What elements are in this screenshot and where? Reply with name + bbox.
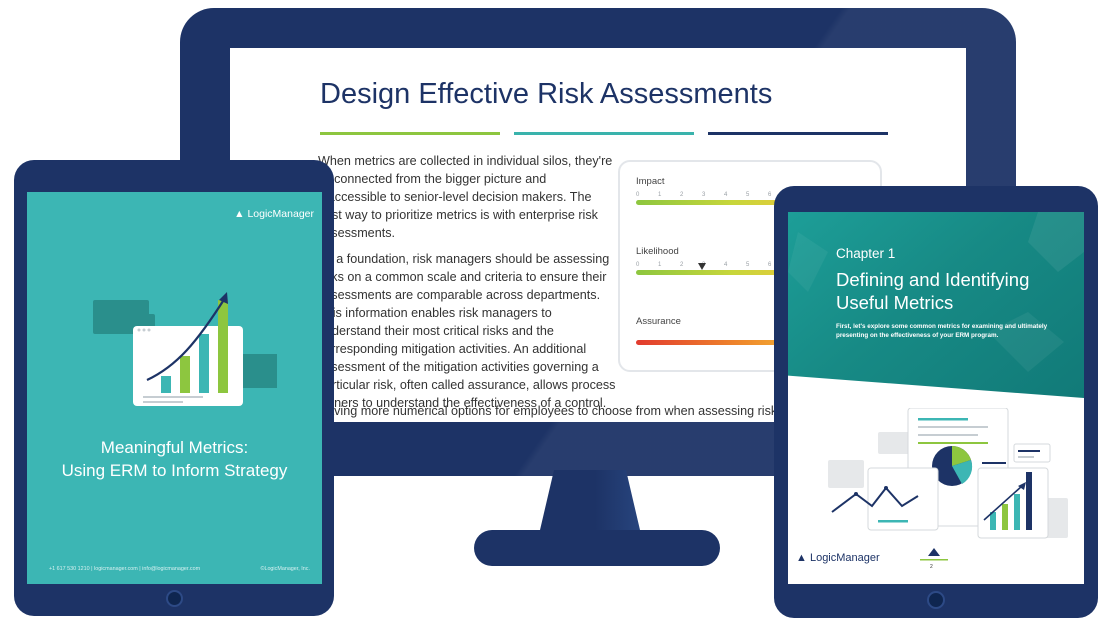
chart-bar (161, 376, 171, 393)
report-line (918, 418, 968, 421)
logo-icon: ▲︎ (796, 552, 807, 564)
paragraph-2: As a foundation, risk managers should be… (318, 252, 616, 410)
hex-shape (1028, 212, 1084, 272)
title-line-1: Meaningful Metrics: (100, 438, 249, 457)
report-line (918, 434, 978, 436)
logo-icon: ▲︎ (234, 208, 245, 220)
report-line (982, 462, 1006, 464)
chapter-label: Chapter 1 (836, 246, 896, 261)
contact-info: +1 617 530 1210 | logicmanager.com | inf… (49, 566, 201, 572)
window-dot (147, 328, 151, 332)
ebook-page: Chapter 1 Defining and Identifying Usefu… (788, 212, 1084, 584)
metrics-illustration (93, 292, 277, 406)
hex-shape (988, 312, 1064, 372)
data-point (884, 486, 888, 490)
scale-marker-icon (698, 263, 706, 270)
body-text: When metrics are collected in individual… (318, 152, 618, 420)
monitor-neck (540, 470, 640, 530)
window-dot (137, 328, 141, 332)
legend-line (1018, 450, 1040, 452)
divider-green (320, 132, 500, 135)
left-tablet: ▲︎ LogicManager Meaningful Metrics: Usin… (14, 160, 334, 616)
hex-shape (788, 232, 828, 292)
chart-bar (199, 334, 209, 393)
text-line (143, 401, 183, 403)
divider-teal (514, 132, 694, 135)
right-tablet: Chapter 1 Defining and Identifying Usefu… (774, 186, 1098, 618)
chapter-intro: First, let's explore some common metrics… (836, 323, 1048, 339)
chart-bar (218, 300, 228, 393)
bar-chart-card (977, 467, 1049, 539)
paragraph-1: When metrics are collected in individual… (318, 154, 613, 240)
home-button[interactable] (927, 591, 945, 609)
dashboard-illustration (828, 408, 1068, 539)
page-number: 2 (930, 564, 933, 570)
copyright: ©LogicManager, Inc. (260, 566, 310, 572)
page-title: Design Effective Risk Assessments (320, 78, 773, 110)
ebook-title: Meaningful Metrics: Using ERM to Inform … (27, 436, 322, 482)
background-panel (828, 460, 864, 488)
monitor-base (474, 530, 720, 566)
ebook-cover: ▲︎ LogicManager Meaningful Metrics: Usin… (27, 192, 322, 584)
chart-bar (1002, 504, 1008, 530)
text-line (143, 396, 203, 398)
report-line (918, 442, 988, 444)
home-button[interactable] (166, 590, 183, 607)
title-line-2: Using ERM to Inform Strategy (61, 461, 288, 480)
report-line (918, 426, 988, 428)
chapter-heading: Defining and Identifying Useful Metrics (836, 269, 1030, 313)
chart-bar (180, 356, 190, 393)
window-dot (142, 328, 146, 332)
report-line (878, 520, 908, 523)
legend-card (1013, 443, 1051, 463)
page-marker-icon (920, 548, 948, 561)
divider-navy (708, 132, 888, 135)
legend-line (1018, 456, 1034, 458)
logicmanager-logo: ▲︎ LogicManager (234, 208, 314, 220)
data-point (854, 492, 858, 496)
logicmanager-logo: ▲︎ LogicManager (796, 552, 880, 564)
chart-bar (1026, 472, 1032, 530)
chart-bar (1014, 494, 1020, 530)
